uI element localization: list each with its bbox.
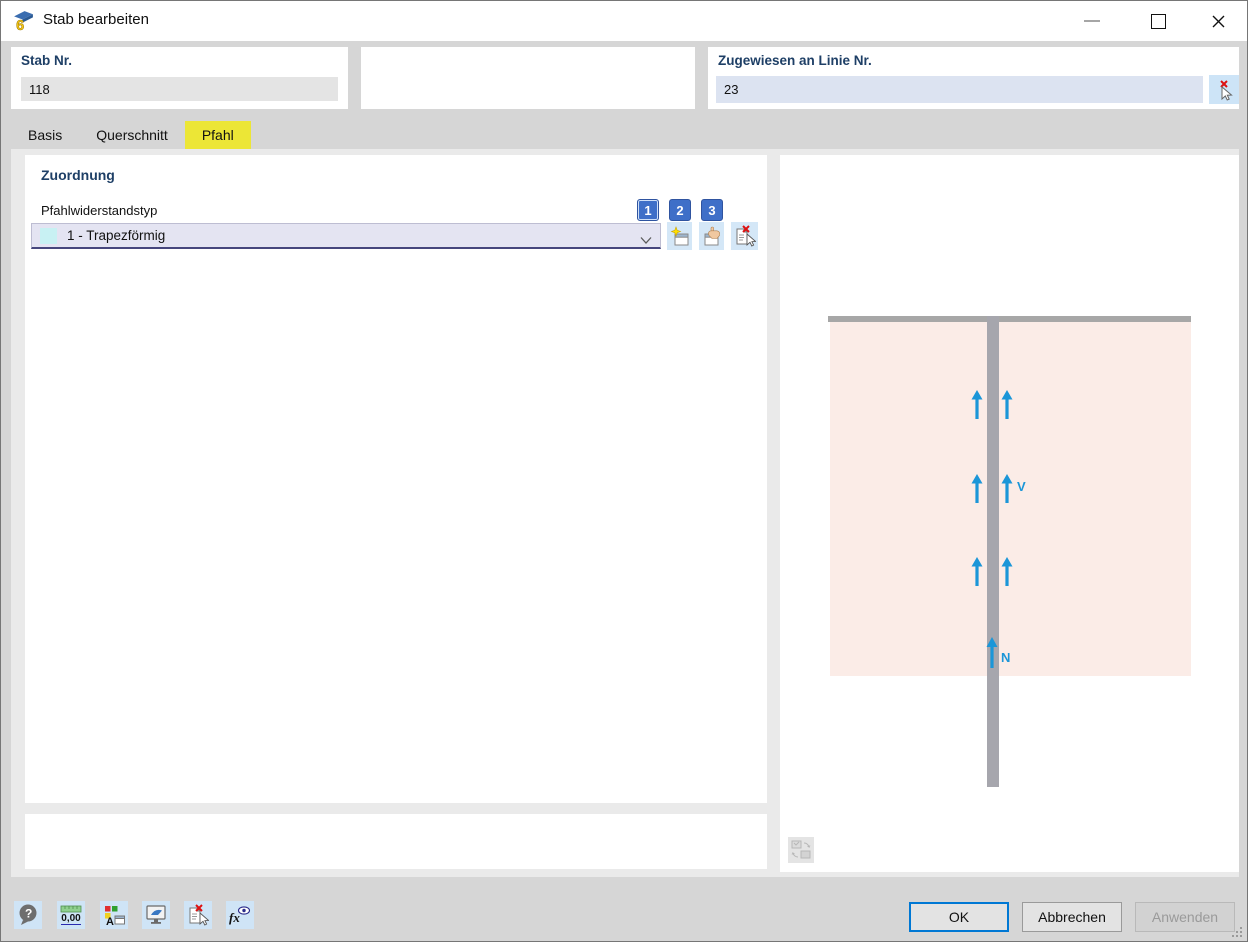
tab-querschnitt[interactable]: Querschnitt — [79, 121, 185, 149]
close-icon — [1211, 14, 1226, 29]
section-title: Zuordnung — [41, 167, 115, 183]
edit-type-button[interactable] — [699, 222, 724, 250]
svg-text:?: ? — [25, 907, 32, 921]
resistance-slot-2-button[interactable]: 2 — [669, 199, 691, 221]
shaft-resistance-label: V — [1017, 479, 1026, 494]
member-number-panel: Stab Nr. — [11, 47, 348, 109]
ok-button[interactable]: OK — [909, 902, 1009, 932]
rendering-button[interactable] — [142, 901, 170, 929]
header-middle-panel — [361, 47, 695, 109]
resistance-slot-3-button[interactable]: 3 — [701, 199, 723, 221]
shaft-arrow-icon — [1000, 390, 1014, 419]
pile-resistance-type-label: Pfahlwiderstandstyp — [41, 203, 157, 218]
shaft-arrow-icon — [970, 474, 984, 503]
help-icon: ? — [16, 903, 40, 927]
assigned-line-panel: Zugewiesen an Linie Nr. — [708, 47, 1239, 109]
new-star-icon — [670, 226, 690, 247]
member-number-input[interactable] — [21, 77, 338, 101]
edit-member-dialog: 6 Stab bearbeiten Stab Nr. Zugewiesen an… — [0, 0, 1248, 942]
resize-grip[interactable] — [1232, 927, 1242, 937]
shaft-arrow-icon — [1000, 557, 1014, 586]
select-line-button[interactable] — [1209, 75, 1239, 104]
tab-bar: Basis Querschnitt Pfahl — [11, 121, 251, 149]
dialog-title: Stab bearbeiten — [43, 11, 149, 28]
shaft-arrow-icon — [970, 557, 984, 586]
pile-resistance-type-dropdown[interactable]: 1 - Trapezförmig — [31, 223, 661, 249]
units-settings-button[interactable]: 0,00 — [57, 901, 85, 929]
display-properties-icon: A — [103, 904, 126, 927]
pick-cursor-icon — [1213, 79, 1235, 101]
tab-basis[interactable]: Basis — [11, 121, 79, 149]
deselect-type-button[interactable] — [731, 222, 758, 250]
formula-visibility-button[interactable]: fx — [226, 901, 254, 929]
tab-pfahl[interactable]: Pfahl — [185, 121, 251, 149]
deselect-button[interactable] — [184, 901, 212, 929]
cancel-button[interactable]: Abbrechen — [1022, 902, 1122, 932]
preview-panel: V N — [780, 155, 1239, 872]
new-type-button[interactable] — [667, 222, 692, 250]
shaft-arrow-icon — [1000, 474, 1014, 503]
dropdown-selected-value: 1 - Trapezförmig — [67, 228, 165, 243]
assigned-line-input[interactable] — [716, 76, 1203, 103]
app-icon: 6 — [12, 9, 35, 32]
close-button[interactable] — [1195, 1, 1241, 41]
document-x-cursor-icon — [187, 904, 209, 926]
base-arrow-icon — [985, 637, 999, 668]
assigned-line-label: Zugewiesen an Linie Nr. — [718, 53, 872, 68]
assignment-panel: Zuordnung Pfahlwiderstandstyp 1 2 3 1 - … — [25, 155, 767, 803]
maximize-icon — [1151, 14, 1166, 29]
svg-text:A: A — [106, 916, 114, 927]
type-color-swatch — [40, 228, 57, 244]
minimize-button[interactable] — [1069, 1, 1115, 41]
member-number-label: Stab Nr. — [21, 53, 72, 68]
maximize-button[interactable] — [1135, 1, 1181, 41]
formula-eye-icon: fx — [228, 904, 252, 926]
help-button[interactable]: ? — [14, 901, 42, 929]
toggle-preview-button[interactable] — [788, 837, 814, 863]
shaft-arrow-icon — [970, 390, 984, 419]
units-icon: 0,00 — [60, 905, 82, 925]
resistance-slot-1-button[interactable]: 1 — [637, 199, 659, 221]
pile-member — [987, 316, 999, 787]
footer-bar: ? 0,00 A — [1, 877, 1247, 942]
document-x-cursor-icon — [734, 225, 756, 247]
ground-surface-line — [828, 316, 1191, 322]
svg-text:6: 6 — [16, 18, 24, 32]
display-properties-button[interactable]: A — [100, 901, 128, 929]
base-resistance-label: N — [1001, 650, 1010, 665]
edit-hand-icon — [702, 226, 722, 247]
apply-button[interactable]: Anwenden — [1135, 902, 1235, 932]
tab-page-pfahl: Zuordnung Pfahlwiderstandstyp 1 2 3 1 - … — [11, 149, 1239, 877]
switch-graphic-icon — [790, 839, 812, 861]
title-bar: 6 Stab bearbeiten — [1, 1, 1247, 41]
monitor-icon — [144, 903, 168, 927]
chevron-down-icon — [640, 232, 652, 250]
minimize-icon — [1084, 20, 1100, 22]
comment-panel — [25, 814, 767, 869]
